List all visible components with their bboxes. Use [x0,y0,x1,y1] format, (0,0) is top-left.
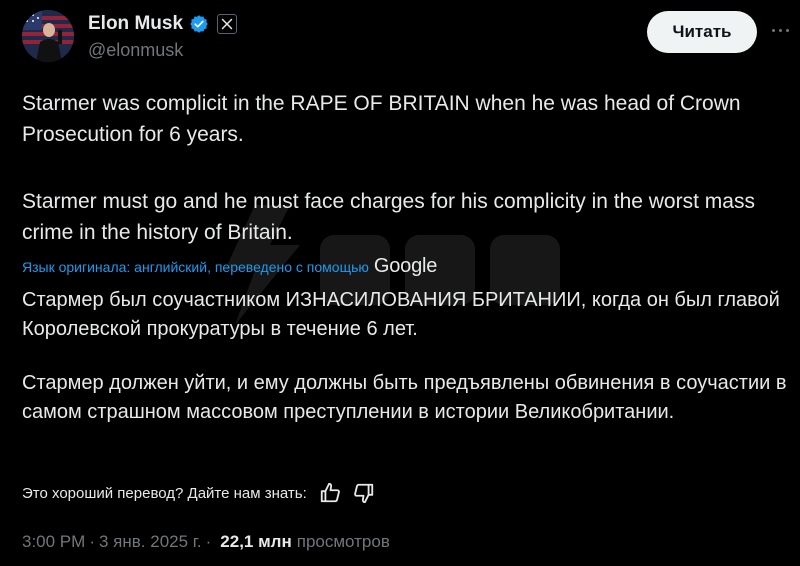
translation-note-text: Язык оригинала: английский, переведено с… [22,258,369,275]
post-meta: 3:00 PM · 3 янв. 2025 г. · 22,1 млн прос… [22,532,390,552]
author-handle[interactable]: @elonmusk [88,40,183,61]
read-button[interactable]: Читать [647,11,757,53]
more-options-icon[interactable] [765,20,795,40]
thumbs-down-icon[interactable] [353,482,375,504]
meta-separator: · [89,532,95,551]
post-paragraph-original-2: Starmer must go and he must face charges… [22,190,755,244]
verified-badge-icon [189,14,209,34]
x-logo-icon [217,14,238,34]
thumbs-up-icon[interactable] [319,482,341,504]
post-time[interactable]: 3:00 PM [22,532,85,552]
translation-feedback: Это хороший перевод? Дайте нам знать: [22,482,375,504]
avatar-image [22,10,74,62]
post-paragraph-original-1: Starmer was complicit in the RAPE OF BRI… [22,92,741,146]
google-logo: Google [373,255,438,277]
meta-separator: · [205,532,212,551]
translation-note[interactable]: Язык оригинала: английский, переведено с… [22,255,437,278]
post-paragraph-translated-2: Стармер должен уйти, и ему должны быть п… [22,372,787,423]
feedback-prompt: Это хороший перевод? Дайте нам знать: [22,484,307,502]
views-label: просмотров [296,532,390,551]
more-dot [778,28,782,32]
post-paragraph-translated-1: Стармер был соучастником ИЗНАСИЛОВАНИЯ Б… [22,289,780,340]
avatar[interactable] [22,10,74,62]
views-count[interactable]: 22,1 млн [220,532,291,552]
post-date[interactable]: 3 янв. 2025 г. [99,532,202,552]
more-dot [771,28,775,32]
more-dot [785,28,789,32]
author-name-row: Elon Musk [88,13,238,35]
author-name[interactable]: Elon Musk [88,13,183,35]
